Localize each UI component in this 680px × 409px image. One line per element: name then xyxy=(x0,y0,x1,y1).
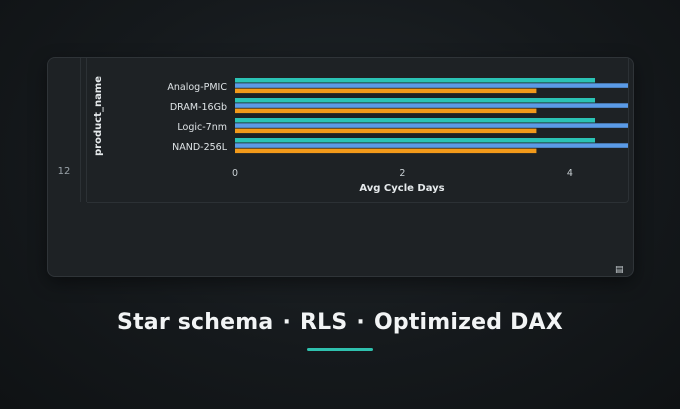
caption-rls: RLS xyxy=(300,310,348,335)
accent-underline xyxy=(307,348,373,351)
bar[interactable] xyxy=(235,148,537,154)
x-axis-label: Avg Cycle Days xyxy=(359,183,444,194)
bar[interactable] xyxy=(235,83,633,88)
bar[interactable] xyxy=(235,88,537,94)
resize-handle-icon[interactable]: ▤ xyxy=(615,266,624,275)
y-axis-label: product_name xyxy=(93,76,104,156)
category-label: NAND-256L xyxy=(172,142,228,153)
x-tick-label: 0 xyxy=(232,168,238,179)
bar[interactable] xyxy=(235,143,633,148)
category-label: Logic-7nm xyxy=(177,122,227,133)
caption-star-schema: Star schema xyxy=(117,310,274,335)
bar[interactable] xyxy=(235,108,537,114)
row-number: 12 xyxy=(57,166,71,177)
x-tick-label: 2 xyxy=(399,168,405,179)
report-panel: 12 Analog-PMIC DRAM-16Gb Logic-7nm NAND-256… xyxy=(47,57,634,277)
bar[interactable] xyxy=(235,98,596,103)
bar[interactable] xyxy=(235,138,596,143)
category-label: Analog-PMIC xyxy=(167,82,227,93)
category-label: DRAM-16Gb xyxy=(170,102,227,113)
row-number-column: 12 xyxy=(48,58,81,202)
x-tick-label: 4 xyxy=(567,168,573,179)
feature-caption: Star schema · RLS · Optimized DAX xyxy=(0,310,680,335)
bar[interactable] xyxy=(235,118,596,123)
bar[interactable] xyxy=(235,103,633,108)
caption-optimized-dax: Optimized DAX xyxy=(373,310,563,335)
bar[interactable] xyxy=(235,128,537,134)
bar-chart: Analog-PMIC DRAM-16Gb Logic-7nm NAND-256L 0… xyxy=(93,76,633,194)
caption-separator: · xyxy=(282,310,292,335)
caption-separator: · xyxy=(356,310,365,335)
bar[interactable] xyxy=(235,78,596,83)
chart-cell: Analog-PMIC DRAM-16Gb Logic-7nm NAND-256L 0… xyxy=(87,58,633,203)
bar[interactable] xyxy=(235,123,633,128)
